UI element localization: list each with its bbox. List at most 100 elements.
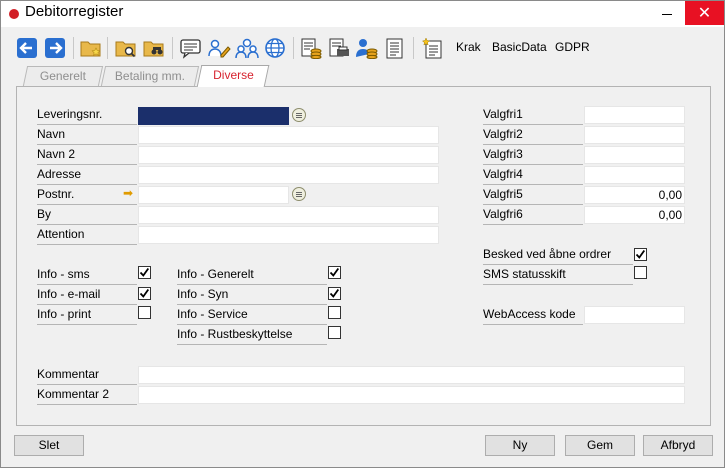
tab-label: Generelt <box>39 69 86 83</box>
navn2-label: Navn 2 <box>37 145 137 165</box>
checkmark-icon <box>139 288 150 298</box>
valgfri5-field[interactable]: 0,00 <box>584 186 685 204</box>
info-print-checkbox[interactable] <box>138 306 151 319</box>
adresse-field[interactable] <box>138 166 439 184</box>
afbryd-button[interactable]: Afbryd <box>643 435 713 456</box>
by-label: By <box>37 205 137 225</box>
valgfri3-label: Valgfri3 <box>483 145 583 165</box>
toolbar-separator <box>172 37 173 59</box>
sms-status-checkbox[interactable] <box>634 266 647 279</box>
valgfri4-field[interactable] <box>584 166 685 184</box>
postnr-label: Postnr. <box>37 185 137 205</box>
globe-icon[interactable] <box>263 36 287 60</box>
valgfri1-field[interactable] <box>584 106 685 124</box>
toolbar: Krak BasicData GDPR <box>1 29 724 67</box>
info-service-label: Info - Service <box>177 305 327 325</box>
by-field[interactable] <box>138 206 439 224</box>
info-generelt-label: Info - Generelt <box>177 265 327 285</box>
forward-arrow-icon[interactable] <box>43 36 67 60</box>
binoculars-folder-icon[interactable] <box>142 36 166 60</box>
navn2-field[interactable] <box>138 146 439 164</box>
document-list-icon[interactable] <box>383 36 407 60</box>
info-syn-label: Info - Syn <box>177 285 327 305</box>
attention-field[interactable] <box>138 226 439 244</box>
sms-status-label: SMS statusskift <box>483 265 633 285</box>
krak-button[interactable]: Krak <box>456 40 481 54</box>
info-generelt-checkbox[interactable] <box>328 266 341 279</box>
slet-button[interactable]: Slet <box>14 435 84 456</box>
kommentar-field[interactable] <box>138 366 685 384</box>
minimize-button[interactable] <box>649 1 685 25</box>
valgfri3-field[interactable] <box>584 146 685 164</box>
info-syn-checkbox[interactable] <box>328 287 341 300</box>
info-email-checkbox[interactable] <box>138 287 151 300</box>
toolbar-separator <box>107 37 108 59</box>
info-sms-label: Info - sms <box>37 265 137 285</box>
webaccess-field[interactable] <box>584 306 685 324</box>
attention-label: Attention <box>37 225 137 245</box>
checkmark-icon <box>139 267 150 277</box>
debitorregister-window: Debitorregister ✕ Krak BasicData GDPR Ge… <box>0 0 725 468</box>
message-icon[interactable] <box>179 36 203 60</box>
valgfri6-label: Valgfri6 <box>483 205 583 225</box>
users-icon[interactable] <box>235 36 259 60</box>
new-document-icon[interactable] <box>421 36 445 60</box>
person-coins-icon[interactable] <box>355 36 379 60</box>
close-button[interactable]: ✕ <box>685 1 724 25</box>
info-service-checkbox[interactable] <box>328 306 341 319</box>
info-email-label: Info - e-mail <box>37 285 137 305</box>
checkmark-icon <box>329 288 340 298</box>
tab-label: Diverse <box>212 68 254 82</box>
toolbar-separator <box>413 37 414 59</box>
navn-field[interactable] <box>138 126 439 144</box>
tab-label: Betaling mm. <box>114 69 185 83</box>
info-print-label: Info - print <box>37 305 137 325</box>
gem-button[interactable]: Gem <box>565 435 635 456</box>
arrow-right-icon: ➡ <box>123 186 134 200</box>
leveringsnr-field[interactable] <box>138 107 289 125</box>
postnr-lookup-button[interactable] <box>292 187 306 201</box>
list-icon <box>296 114 302 116</box>
adresse-label: Adresse <box>37 165 137 185</box>
gdpr-button[interactable]: GDPR <box>555 40 590 54</box>
tab-diverse[interactable]: Diverse <box>196 65 270 87</box>
tab-generelt[interactable]: Generelt <box>22 66 104 86</box>
edit-users-icon[interactable] <box>207 36 231 60</box>
back-arrow-icon[interactable] <box>15 36 39 60</box>
kommentar2-field[interactable] <box>138 386 685 404</box>
info-rust-checkbox[interactable] <box>328 326 341 339</box>
leveringsnr-label: Leveringsnr. <box>37 105 137 125</box>
title-bar: Debitorregister ✕ <box>1 1 724 27</box>
webaccess-label: WebAccess kode <box>483 305 583 325</box>
toolbar-separator <box>73 37 74 59</box>
window-title: Debitorregister <box>25 3 124 20</box>
print-ledger-icon[interactable] <box>327 36 351 60</box>
ny-button[interactable]: Ny <box>485 435 555 456</box>
info-sms-checkbox[interactable] <box>138 266 151 279</box>
ledger-coins-icon[interactable] <box>299 36 323 60</box>
toolbar-separator <box>293 37 294 59</box>
kommentar2-label: Kommentar 2 <box>37 385 137 405</box>
besked-label: Besked ved åbne ordrer <box>483 245 633 265</box>
leveringsnr-lookup-button[interactable] <box>292 108 306 122</box>
valgfri5-label: Valgfri5 <box>483 185 583 205</box>
info-rust-label: Info - Rustbeskyttelse <box>177 325 327 345</box>
valgfri2-field[interactable] <box>584 126 685 144</box>
list-icon <box>296 193 302 195</box>
navn-label: Navn <box>37 125 137 145</box>
valgfri2-label: Valgfri2 <box>483 125 583 145</box>
valgfri1-label: Valgfri1 <box>483 105 583 125</box>
app-icon <box>9 9 19 19</box>
checkmark-icon <box>635 249 646 259</box>
basicdata-button[interactable]: BasicData <box>492 40 547 54</box>
valgfri4-label: Valgfri4 <box>483 165 583 185</box>
checkmark-icon <box>329 267 340 277</box>
besked-checkbox[interactable] <box>634 248 647 261</box>
tab-betaling[interactable]: Betaling mm. <box>100 66 200 86</box>
kommentar-label: Kommentar <box>37 365 137 385</box>
search-folder-icon[interactable] <box>114 36 138 60</box>
postnr-field[interactable] <box>138 186 289 204</box>
valgfri6-field[interactable]: 0,00 <box>584 206 685 224</box>
minimize-icon <box>662 13 672 15</box>
new-folder-icon[interactable] <box>79 36 103 60</box>
